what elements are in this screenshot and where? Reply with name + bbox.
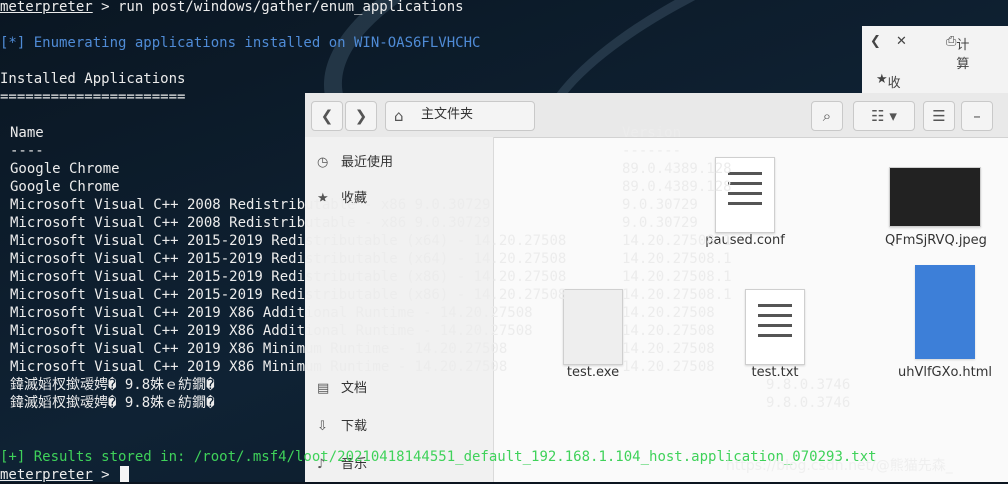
image-file-icon [889,167,981,227]
sidebar-item-downloads[interactable]: ⇩ 下载 [317,415,367,434]
executable-file-icon [563,289,623,365]
file-item[interactable]: QFmSjRVQ.jpeg [885,167,987,248]
view-toggle-button[interactable]: ☷ ▾ [853,101,915,131]
path-label: 主文件夹 [421,107,474,122]
sidebar-item-recent[interactable]: ◷ 最近使用 [317,151,393,170]
clock-icon: ◷ [317,155,329,170]
row-name: Microsoft Visual C++ 2008 Redistributabl… [10,197,491,213]
prompt-suffix: > [92,467,119,483]
back-button[interactable]: ❮ [870,34,881,49]
row-name: 鍏滅嫍杈撳叆娉� 9.8姝ｅ紡鐗� [10,395,215,411]
column-underline-version: ------- [622,143,682,159]
row-version: 14.20.27508 [622,305,715,321]
row-version: 14.20.27508 [622,359,715,375]
row-name: Google Chrome [10,161,120,177]
row-version: 14.20.27508 [622,341,715,357]
row-name: Microsoft Visual C++ 2008 Redistributabl… [10,215,491,231]
forward-button[interactable]: ❯ [345,101,377,131]
text-file-icon [745,289,805,365]
row-version: 9.8.0.3746 [766,395,851,411]
row-name: Microsoft Visual C++ 2019 X86 Minimum Ru… [10,341,508,357]
document-icon: ▤ [317,381,330,396]
search-button[interactable]: ⌕ [811,101,843,131]
row-version: 14.20.27508.1 [622,287,732,303]
row-name: Microsoft Visual C++ 2015-2019 Redistrib… [10,269,567,285]
text-cursor [120,466,130,482]
info-line: [*] Enumerating applications installed o… [0,35,481,51]
row-name: Microsoft Visual C++ 2015-2019 Redistrib… [10,233,567,249]
prompt: meterpreter [0,0,93,15]
column-header-name: Name [10,125,44,141]
sidebar-item-documents[interactable]: ▤ 文档 [317,377,367,396]
minimize-button[interactable]: – [961,101,993,131]
menu-button[interactable]: ☰ [923,101,955,131]
column-header-version: Version [622,125,682,141]
row-version: 14.20.27508.1 [622,251,732,267]
row-version: 89.0.4389.128 [622,179,732,195]
row-name: Microsoft Visual C++ 2019 X86 Minimum Ru… [10,359,508,375]
row-name: Microsoft Visual C++ 2015-2019 Redistrib… [10,287,567,303]
command-text: > run post/windows/gather/enum_applicati… [92,0,464,15]
file-item[interactable]: uhVlfGXo.html [895,265,995,380]
forward-button[interactable]: ✕ [896,34,907,49]
row-version: 89.0.4389.128 [622,161,732,177]
row-name: 鍏滅嫍杈撳叆娉� 9.8姝ｅ紡鐗� [10,377,215,393]
row-version: 9.0.30729 [622,197,698,213]
html-file-icon [915,265,975,359]
row-version: 14.20.27508.1 [622,269,732,285]
section-title: Installed Applications [0,71,186,87]
browser-search[interactable]: ⎙ 计算 [946,34,969,72]
row-version: 14.20.27508 [622,323,715,339]
row-name: Microsoft Visual C++ 2015-2019 Redistrib… [10,251,567,267]
row-version: 14.20.27508.1 [622,233,732,249]
row-version: 9.0.30729 [622,215,698,231]
prompt: meterpreter [0,467,93,483]
command-line: meterpreter > run post/windows/gather/en… [0,0,464,16]
download-icon: ⇩ [317,419,328,434]
browser-window: ❮ ✕ ⎙ 计算 ★ 收藏 [862,26,1008,110]
watermark: https://blog.csdn.net/@熊猫先森_ [726,458,953,474]
final-prompt-line[interactable]: meterpreter > [0,466,130,484]
section-underline: ====================== [0,89,186,105]
bookmarks-item[interactable]: ★ 收藏 [876,72,901,110]
row-version: 9.8.0.3746 [766,377,851,393]
file-item[interactable]: test.txt [725,289,825,380]
column-underline-name: ---- [10,143,44,159]
row-name: Microsoft Visual C++ 2019 X86 Additional… [10,305,533,321]
file-label: QFmSjRVQ.jpeg [885,233,987,248]
row-name: Microsoft Visual C++ 2019 X86 Additional… [10,323,533,339]
back-button[interactable]: ❮ [311,101,343,131]
row-name: Google Chrome [10,179,120,195]
file-label: uhVlfGXo.html [897,365,992,380]
